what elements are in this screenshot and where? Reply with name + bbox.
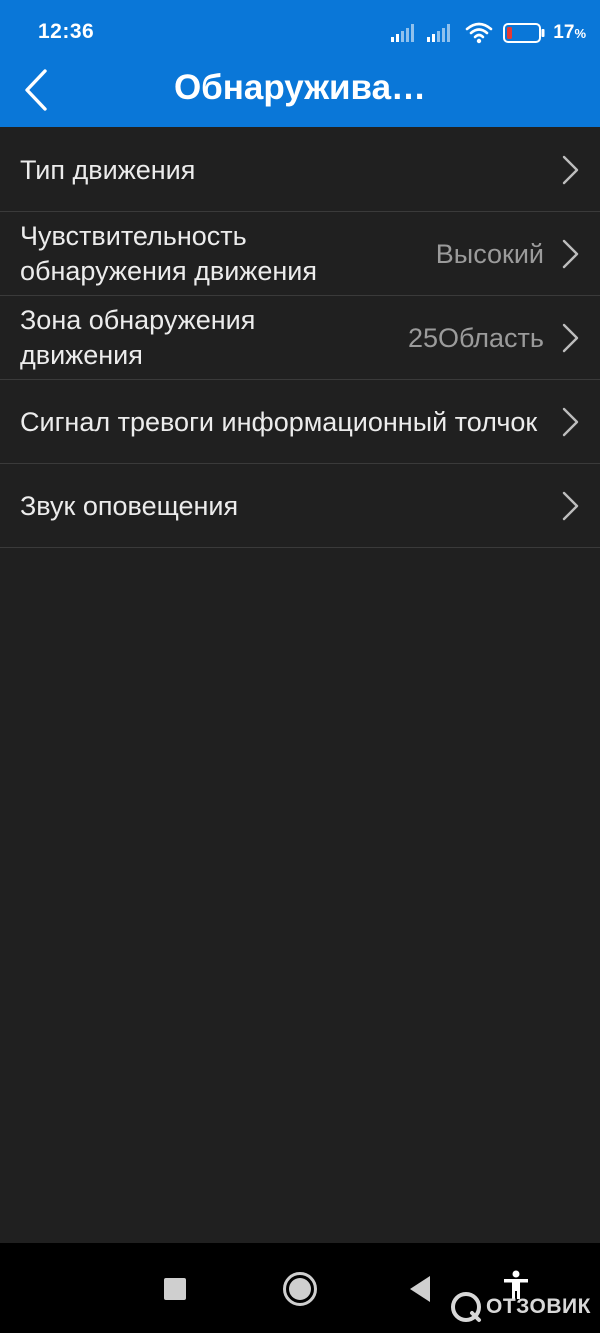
otzovik-logo-icon [451, 1292, 481, 1322]
setting-label: Тип движения [20, 154, 196, 185]
setting-label: Зона обнаружения движения [20, 305, 256, 370]
setting-value: 25Область [408, 322, 544, 353]
setting-row-motion-type[interactable]: Тип движения [0, 128, 600, 212]
setting-value: Высокий [435, 238, 544, 269]
page-title: Обнаружива… [173, 68, 427, 107]
battery-percentage: 17% [553, 22, 586, 43]
home-button[interactable] [278, 1267, 322, 1311]
chevron-right-icon [562, 155, 579, 185]
setting-label: Звук оповещения [20, 490, 239, 521]
status-bar: 12:36 17% [0, 0, 600, 64]
chevron-right-icon [562, 323, 579, 353]
watermark-text: ОТЗОВИК [486, 1295, 591, 1318]
battery-icon [503, 23, 545, 43]
chevron-right-icon [562, 239, 579, 269]
setting-row-alert-sound[interactable]: Звук оповещения [0, 464, 600, 548]
recents-square-icon [164, 1278, 186, 1300]
settings-list: Тип движения Чувствительность обнаружени… [0, 128, 600, 548]
setting-row-alarm-push[interactable]: Сигнал тревоги информационный толчок [0, 380, 600, 464]
app-header: 12:36 17% Обнаружива… [0, 0, 600, 127]
status-icons: 17% [391, 20, 586, 46]
setting-label: Чувствительность обнаружения движения [20, 221, 317, 286]
setting-row-motion-sensitivity[interactable]: Чувствительность обнаружения движения Вы… [0, 212, 600, 296]
setting-label: Сигнал тревоги информационный толчок [20, 406, 538, 437]
recents-button[interactable] [155, 1269, 195, 1309]
setting-row-motion-zone[interactable]: Зона обнаружения движения 25Область [0, 296, 600, 380]
back-triangle-icon [410, 1276, 430, 1302]
watermark: ОТЗОВИК [450, 1290, 591, 1324]
wifi-icon [465, 22, 493, 44]
back-nav-button[interactable] [400, 1269, 440, 1309]
chevron-right-icon [562, 407, 579, 437]
status-time: 12:36 [38, 20, 95, 43]
signal-icon [391, 24, 415, 42]
home-circle-icon [283, 1272, 317, 1306]
signal-icon [427, 24, 451, 42]
chevron-right-icon [562, 491, 579, 521]
